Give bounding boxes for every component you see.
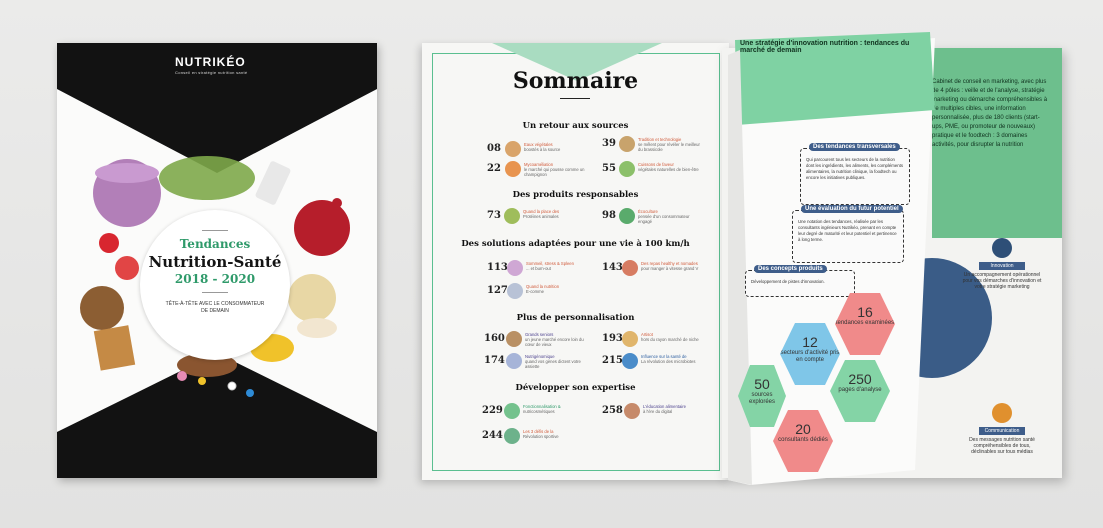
info-box-text: Qui parcourent tous les secteurs de la n… [806, 157, 903, 180]
stat-label: secteurs d'activité pris en compte [780, 350, 840, 363]
stat-number: 12 [802, 334, 818, 350]
stat-label: consultants dédiés [778, 437, 828, 443]
info-box-text: Une notation des tendances, réalisée par… [798, 219, 897, 242]
stat-number: 250 [848, 371, 872, 387]
stat-number: 20 [795, 421, 811, 437]
stat-number: 50 [754, 376, 770, 392]
stat-number: 16 [857, 304, 873, 320]
info-box-title: Des tendances transversales [809, 143, 900, 151]
info-box-title: Une évaluation du futur potentiel [801, 205, 903, 213]
info-box: Des tendances transversales Qui parcoure… [800, 143, 910, 205]
info-box-title: Des concepts produits [754, 265, 827, 273]
info-box: Une évaluation du futur potentiel Une no… [792, 205, 904, 263]
stat-label: sources explorées [748, 392, 775, 405]
info-box-text: Développement de pistes d'innovation. [751, 279, 825, 284]
insert-header: Une stratégie d'innovation nutrition : t… [740, 40, 910, 54]
flipping-page [728, 32, 935, 485]
info-box: Des concepts produits Développement de p… [745, 265, 855, 297]
stat-label: tendances examinées [835, 320, 895, 326]
stat-label: pages d'analyse [838, 387, 882, 393]
